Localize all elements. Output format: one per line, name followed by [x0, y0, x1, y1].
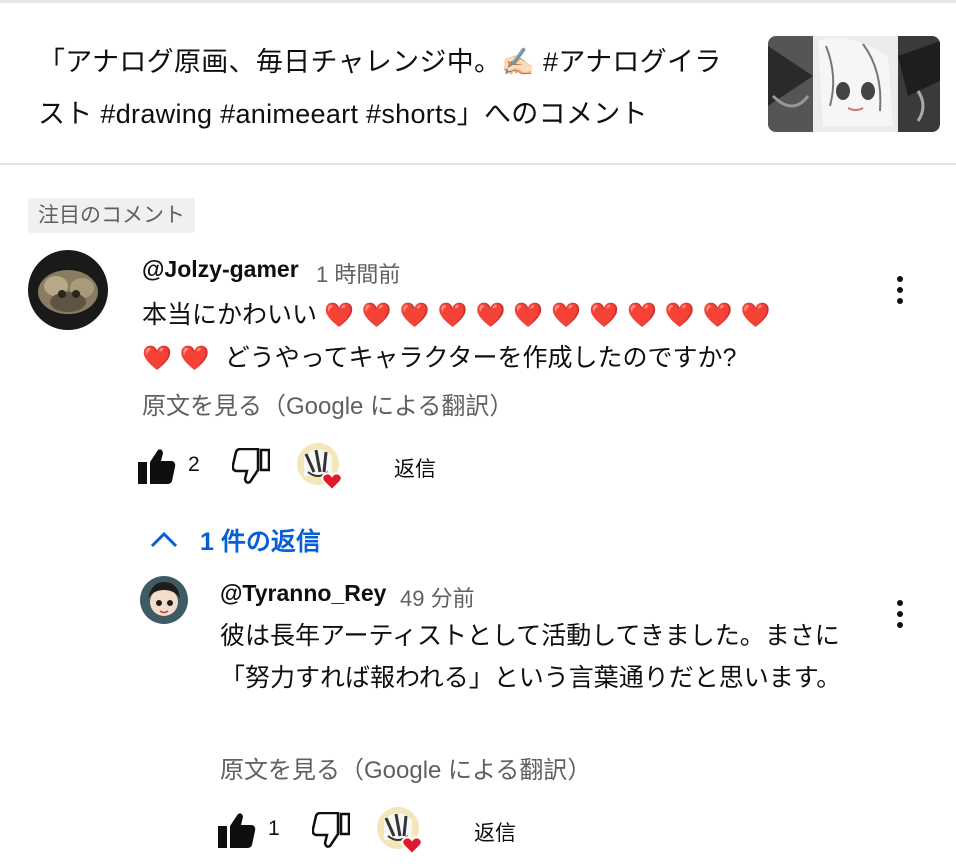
avatar-image	[140, 576, 188, 624]
reply-button[interactable]: 返信	[474, 817, 516, 847]
heart-emoji-row-2: ❤️❤️	[142, 345, 218, 372]
comment-author[interactable]: @Jolzy-gamer	[142, 256, 299, 283]
thumbnail-image	[768, 36, 940, 132]
thumbs-up-icon[interactable]	[218, 812, 256, 853]
video-thumbnail[interactable]	[768, 36, 940, 132]
top-divider	[0, 0, 956, 3]
reply-text: 彼は長年アーティストとして活動してきました。まさに「努力すれば報われる」という言…	[220, 622, 842, 692]
thumbs-up-icon[interactable]	[138, 448, 176, 489]
comment-text-part: 本当にかわいい	[142, 301, 318, 329]
see-original-link[interactable]: 原文を見る（Google による翻訳）	[142, 386, 513, 421]
replies-toggle-label: 1 件の返信	[200, 528, 321, 556]
avatar[interactable]	[28, 250, 108, 330]
creator-heart-avatar[interactable]	[376, 806, 426, 861]
more-vertical-icon[interactable]	[888, 270, 912, 310]
comment-text-part: どうやってキャラクターを作成したのですか?	[224, 344, 737, 372]
creator-heart-avatar[interactable]	[296, 442, 346, 497]
avatar-image	[28, 250, 108, 330]
header-divider	[0, 163, 956, 165]
pinned-comment-label: 注目のコメント	[28, 198, 195, 233]
like-count: 2	[188, 453, 200, 476]
chevron-up-icon	[150, 528, 178, 557]
reply-button[interactable]: 返信	[394, 453, 436, 483]
reply-timestamp[interactable]: 49 分前	[400, 581, 475, 613]
thumbs-down-icon[interactable]	[311, 811, 351, 853]
comments-header-title: 「アナログ原画、毎日チャレンジ中。✍🏻 #アナログイラスト #drawing #…	[38, 47, 722, 129]
see-original-link[interactable]: 原文を見る（Google による翻訳）	[220, 750, 591, 785]
more-vertical-icon[interactable]	[888, 594, 912, 634]
heart-emoji-row: ❤️❤️❤️❤️❤️❤️❤️❤️❤️❤️❤️❤️	[323, 302, 779, 329]
comment-text: 本当にかわいい ❤️❤️❤️❤️❤️❤️❤️❤️❤️❤️❤️❤️ ❤️❤️ どう…	[142, 294, 842, 380]
comment-timestamp[interactable]: 1 時間前	[316, 257, 400, 289]
thumbs-down-icon[interactable]	[231, 447, 271, 489]
avatar[interactable]	[140, 576, 188, 624]
reply-author[interactable]: @Tyranno_Rey	[220, 580, 386, 607]
like-count: 1	[268, 817, 280, 840]
